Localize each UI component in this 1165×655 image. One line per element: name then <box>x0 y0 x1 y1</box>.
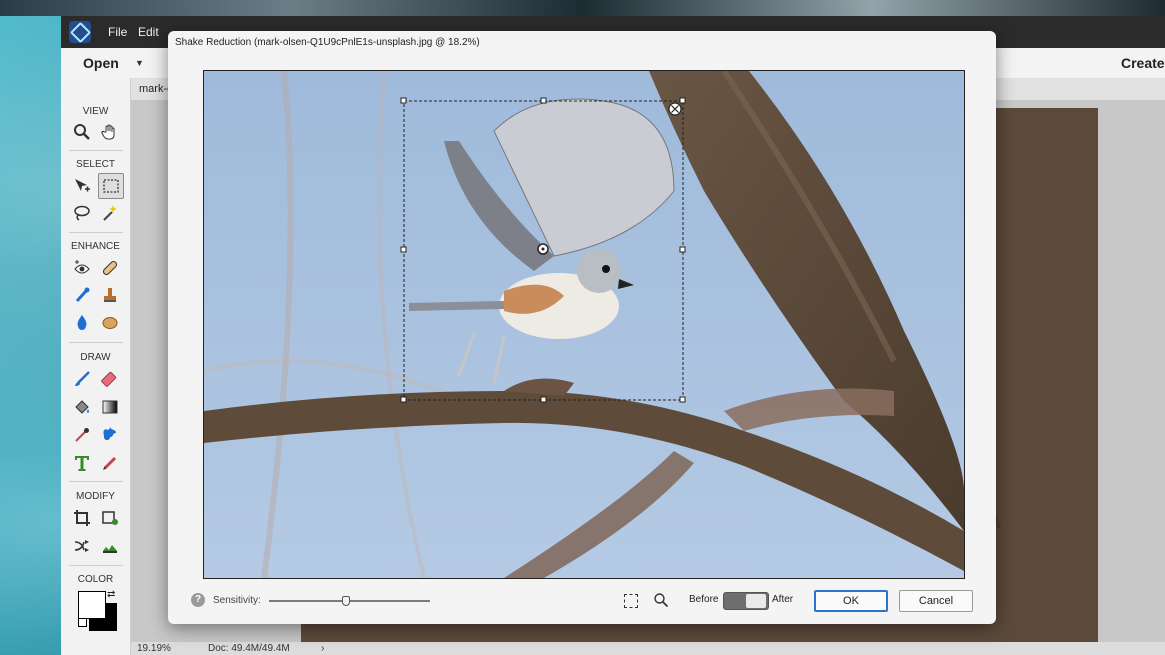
blur-icon[interactable] <box>70 310 94 334</box>
pencil-icon[interactable] <box>98 451 122 475</box>
paint-bucket-icon[interactable] <box>70 395 94 419</box>
sensitivity-slider-thumb[interactable] <box>342 596 351 606</box>
move-icon[interactable] <box>70 174 94 198</box>
after-label: After <box>772 594 794 605</box>
ok-button[interactable]: OK <box>814 590 888 612</box>
lasso-icon[interactable] <box>70 201 94 225</box>
open-button[interactable]: Open <box>83 55 119 71</box>
foreground-color-swatch[interactable] <box>78 591 106 619</box>
before-label: Before <box>689 594 719 605</box>
eyedropper-icon[interactable] <box>70 423 94 447</box>
divider <box>69 150 123 151</box>
sponge-icon[interactable] <box>98 310 122 334</box>
toggle-knob[interactable] <box>746 594 766 608</box>
add-region-icon[interactable] <box>624 594 638 608</box>
section-enhance-label: ENHANCE <box>71 241 120 252</box>
recompose-icon[interactable] <box>98 506 122 530</box>
type-icon[interactable] <box>70 451 94 475</box>
spot-healing-icon[interactable] <box>98 256 122 280</box>
status-menu-icon[interactable]: › <box>321 643 324 654</box>
menu-file[interactable]: File <box>108 25 127 39</box>
marquee-icon[interactable] <box>98 173 124 199</box>
menu-edit[interactable]: Edit <box>138 25 159 39</box>
status-bar: 19.19% Doc: 49.4M/49.4M › <box>131 642 1165 655</box>
preview-image[interactable] <box>203 70 965 579</box>
before-after-toggle[interactable] <box>723 592 769 610</box>
section-draw-label: DRAW <box>80 352 111 363</box>
desktop-top-strip <box>0 0 1165 16</box>
section-modify-label: MODIFY <box>76 491 115 502</box>
doc-size-readout: Doc: 49.4M/49.4M <box>208 643 290 654</box>
section-color-label: COLOR <box>77 574 114 585</box>
section-select-label: SELECT <box>76 159 115 170</box>
create-button[interactable]: Create <box>1121 55 1165 71</box>
hand-icon[interactable] <box>98 120 122 144</box>
smart-brush-icon[interactable] <box>70 283 94 307</box>
zoom-readout: 19.19% <box>137 643 171 654</box>
cancel-button[interactable]: Cancel <box>899 590 973 612</box>
eraser-icon[interactable] <box>98 367 122 391</box>
magic-wand-icon[interactable] <box>98 201 122 225</box>
shake-reduction-dialog: Shake Reduction (mark-olsen-Q1U9cPnlE1s-… <box>168 31 996 624</box>
gradient-icon[interactable] <box>98 395 122 419</box>
open-dropdown-icon[interactable]: ▼ <box>135 58 144 68</box>
tools-panel: VIEW SELECT ENHANCE DRAW MODIFY COLOR ⇄ <box>61 78 131 655</box>
content-aware-move-icon[interactable] <box>70 534 94 558</box>
custom-shape-icon[interactable] <box>98 423 122 447</box>
divider <box>69 342 123 343</box>
crop-icon[interactable] <box>70 506 94 530</box>
app-logo-icon <box>69 21 91 43</box>
clone-stamp-icon[interactable] <box>98 283 122 307</box>
divider <box>69 232 123 233</box>
section-view-label: VIEW <box>82 106 109 117</box>
default-colors-icon[interactable] <box>78 618 87 627</box>
divider <box>69 565 123 566</box>
sensitivity-label: Sensitivity: <box>213 595 261 606</box>
dialog-title: Shake Reduction (mark-olsen-Q1U9cPnlE1s-… <box>175 37 480 48</box>
red-eye-icon[interactable] <box>70 256 94 280</box>
help-icon[interactable]: ? <box>191 593 205 607</box>
zoom-icon[interactable] <box>653 592 669 611</box>
brush-icon[interactable] <box>70 367 94 391</box>
swap-colors-icon[interactable]: ⇄ <box>107 589 115 600</box>
zoom-icon[interactable] <box>70 120 94 144</box>
divider <box>69 481 123 482</box>
straighten-icon[interactable] <box>98 534 122 558</box>
